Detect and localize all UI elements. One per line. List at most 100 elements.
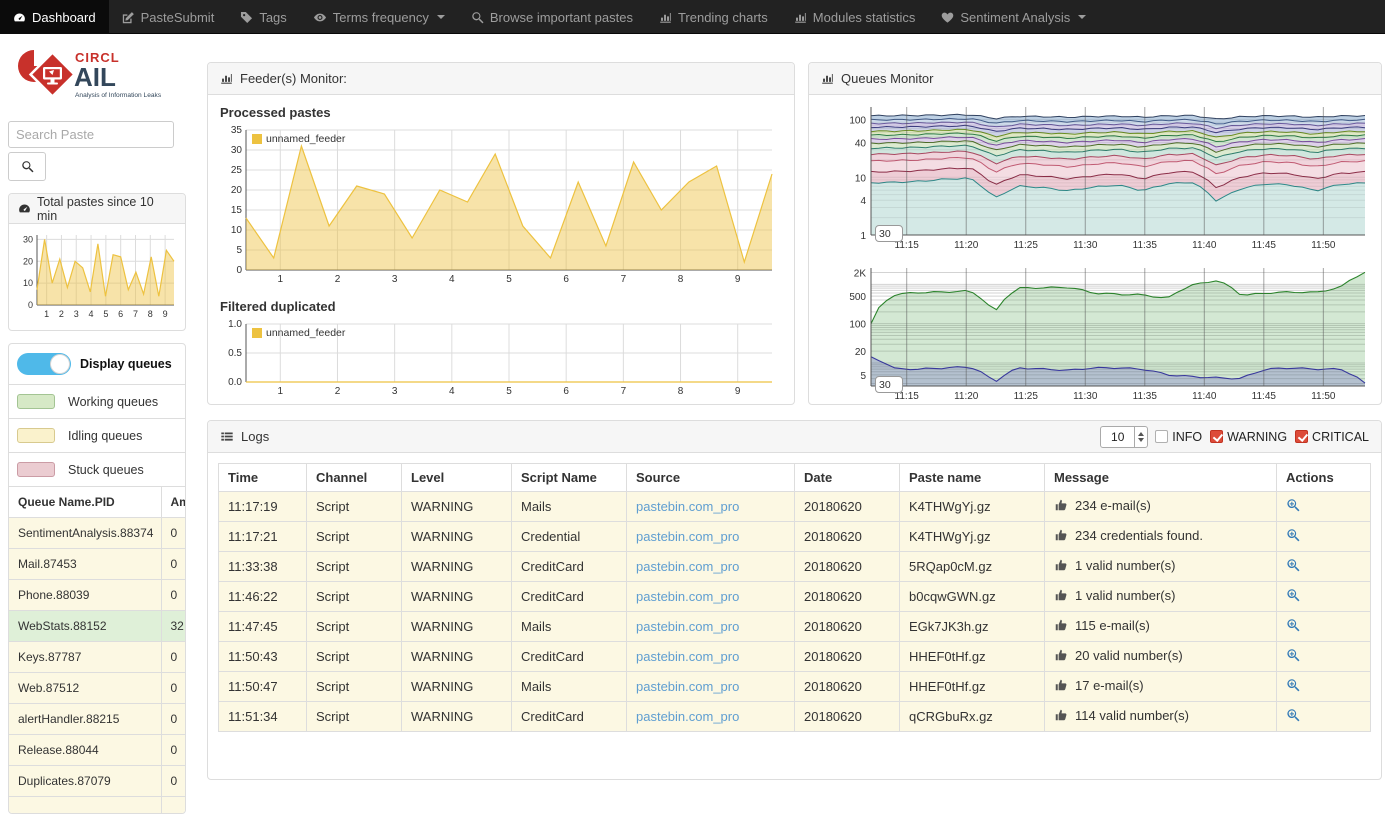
roll-period-input[interactable] [875, 225, 903, 242]
nav-link-sentiment-analysis[interactable]: Sentiment Analysis [928, 0, 1099, 34]
nav-item-sentiment-analysis: Sentiment Analysis [928, 0, 1099, 34]
log-row: 11:51:34ScriptWARNINGCreditCardpastebin.… [219, 702, 1371, 732]
search-button[interactable] [8, 152, 46, 181]
filtered-duplicated-title: Filtered duplicated [220, 299, 784, 314]
source-link[interactable]: pastebin.com_pro [636, 499, 739, 514]
heart-icon [941, 11, 954, 24]
nav-link-dashboard[interactable]: Dashboard [0, 0, 109, 34]
log-actions [1277, 672, 1371, 702]
source-link[interactable]: pastebin.com_pro [636, 529, 739, 544]
svg-text:0.0: 0.0 [228, 377, 242, 388]
log-time: 11:50:43 [219, 642, 307, 672]
source-link[interactable]: pastebin.com_pro [636, 649, 739, 664]
log-source: pastebin.com_pro [627, 552, 795, 582]
checkbox-info[interactable] [1155, 430, 1168, 443]
svg-text:40: 40 [855, 139, 867, 150]
checkbox-warning[interactable] [1210, 430, 1223, 443]
display-queues-toggle[interactable] [17, 353, 71, 375]
zoom-in-icon[interactable] [1286, 588, 1300, 605]
nav-link-pastesubmit[interactable]: PasteSubmit [109, 0, 228, 34]
filter-info[interactable]: INFO [1155, 430, 1202, 444]
svg-text:2: 2 [335, 274, 341, 285]
source-link[interactable]: pastebin.com_pro [636, 679, 739, 694]
queue-row: WebStats.8815232 [9, 611, 185, 642]
svg-text:20: 20 [23, 256, 33, 266]
log-actions [1277, 522, 1371, 552]
svg-text:11:40: 11:40 [1192, 391, 1217, 402]
thumbs-up-icon [1054, 618, 1068, 635]
svg-text:11:40: 11:40 [1192, 240, 1217, 251]
queue-name-header: Queue Name.PID [9, 487, 161, 518]
spinner-arrows-icon [1134, 427, 1147, 447]
source-link[interactable]: pastebin.com_pro [636, 589, 739, 604]
source-link[interactable]: pastebin.com_pro [636, 709, 739, 724]
svg-text:5: 5 [103, 309, 108, 319]
tachometer-icon [13, 11, 26, 24]
log-date: 20180620 [795, 552, 900, 582]
svg-text:11:20: 11:20 [954, 391, 979, 402]
queue-amount: 0 [161, 704, 185, 735]
zoom-in-icon[interactable] [1286, 528, 1300, 545]
log-time: 11:51:34 [219, 702, 307, 732]
zoom-in-icon[interactable] [1286, 648, 1300, 665]
queue-amount [161, 797, 185, 814]
zoom-in-icon[interactable] [1286, 708, 1300, 725]
nav-link-terms-frequency[interactable]: Terms frequency [300, 0, 458, 34]
svg-text:100: 100 [849, 320, 866, 331]
source-link[interactable]: pastebin.com_pro [636, 559, 739, 574]
log-source: pastebin.com_pro [627, 492, 795, 522]
queue-name: Mail.87453 [9, 549, 161, 580]
zoom-in-icon[interactable] [1286, 678, 1300, 695]
log-row: 11:50:47ScriptWARNINGMailspastebin.com_p… [219, 672, 1371, 702]
log-date: 20180620 [795, 522, 900, 552]
roll-period-input[interactable] [875, 376, 903, 393]
log-source: pastebin.com_pro [627, 522, 795, 552]
log-paste-name: 5RQap0cM.gz [900, 552, 1045, 582]
nav-link-trending-charts[interactable]: Trending charts [646, 0, 781, 34]
queue-row [9, 797, 185, 814]
log-actions [1277, 552, 1371, 582]
log-paste-name: HHEF0tHf.gz [900, 672, 1045, 702]
total-pastes-chart: 1234567890102030 [13, 229, 181, 326]
filter-label: INFO [1172, 430, 1202, 444]
svg-text:2: 2 [335, 386, 341, 397]
nav-link-browse-important-pastes[interactable]: Browse important pastes [458, 0, 646, 34]
nav-link-modules-statistics[interactable]: Modules statistics [781, 0, 929, 34]
svg-text:4: 4 [449, 386, 455, 397]
svg-text:3: 3 [74, 309, 79, 319]
log-paste-name: K4THWgYj.gz [900, 522, 1045, 552]
log-level: WARNING [402, 672, 512, 702]
zoom-in-icon[interactable] [1286, 498, 1300, 515]
svg-text:20: 20 [231, 185, 243, 196]
logs-header-script-name: Script Name [512, 464, 627, 492]
logs-table: TimeChannelLevelScript NameSourceDatePas… [218, 463, 1371, 732]
log-level-filters: INFO WARNING CRITICAL [1155, 430, 1369, 444]
chart-legend: unnamed_feeder [252, 327, 345, 339]
log-actions [1277, 642, 1371, 672]
nav-item-dashboard: Dashboard [0, 0, 109, 34]
log-script-name: CreditCard [512, 702, 627, 732]
log-script-name: Mails [512, 612, 627, 642]
zoom-in-icon[interactable] [1286, 558, 1300, 575]
log-time: 11:47:45 [219, 612, 307, 642]
queue-row: Duplicates.870790 [9, 766, 185, 797]
checkbox-critical[interactable] [1295, 430, 1308, 443]
svg-text:4: 4 [449, 274, 455, 285]
page-size-select[interactable]: 10 [1100, 426, 1148, 448]
search-paste-input[interactable] [8, 121, 174, 148]
idling-queues-label: Idling queues [68, 429, 142, 443]
log-actions [1277, 702, 1371, 732]
log-script-name: Mails [512, 672, 627, 702]
sidebar: CIRCL AIL Analysis of Information Leaks … [8, 44, 186, 814]
queue-name: Web.87512 [9, 673, 161, 704]
thumbs-up-icon [1054, 678, 1068, 695]
legend-item-idling: Idling queues [9, 418, 185, 452]
nav-link-tags[interactable]: Tags [227, 0, 299, 34]
source-link[interactable]: pastebin.com_pro [636, 619, 739, 634]
thumbs-up-icon [1054, 498, 1068, 515]
filter-warning[interactable]: WARNING [1210, 430, 1287, 444]
svg-text:10: 10 [231, 225, 243, 236]
filter-critical[interactable]: CRITICAL [1295, 430, 1369, 444]
display-queues-row: Display queues [9, 344, 185, 384]
zoom-in-icon[interactable] [1286, 618, 1300, 635]
